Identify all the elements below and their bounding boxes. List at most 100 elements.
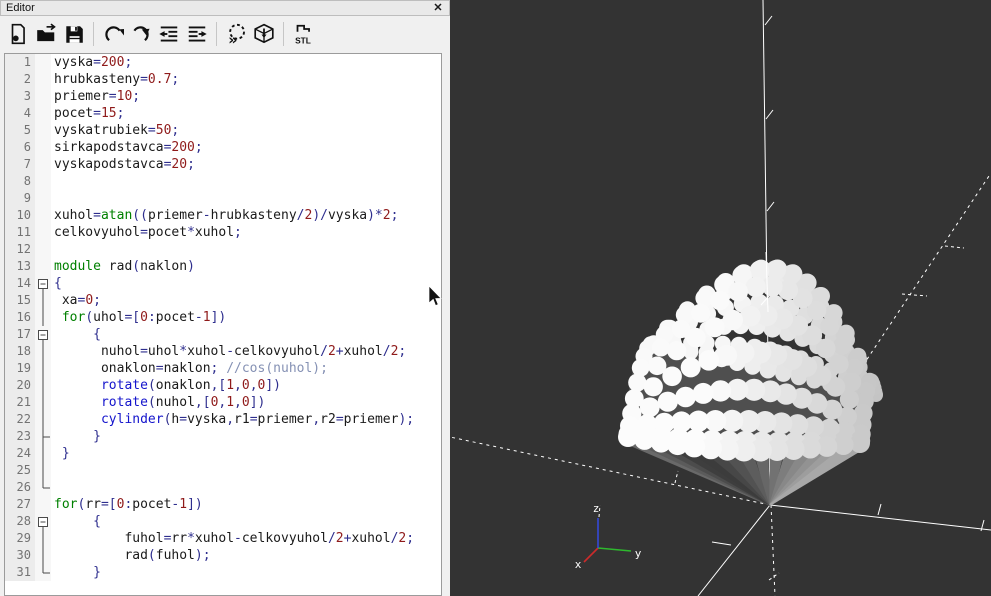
close-icon[interactable]: ✕ (427, 1, 449, 15)
code-line[interactable]: 16 for(uhol=[0:pocet-1]) (5, 309, 441, 326)
fold-marker (35, 343, 51, 360)
code-line[interactable]: 26 (5, 479, 441, 496)
export-stl-icon: STL (292, 23, 314, 45)
line-number: 29 (5, 530, 35, 547)
fold-marker (35, 377, 51, 394)
code-line[interactable]: 21 rotate(nuhol,[0,1,0]) (5, 394, 441, 411)
fold-margin (35, 224, 51, 241)
code-line[interactable]: 31 } (5, 564, 441, 581)
unindent-icon (158, 23, 180, 45)
code-line[interactable]: 4pocet=15; (5, 105, 441, 122)
code-text (51, 462, 54, 479)
code-line[interactable]: 2hrubkasteny=0.7; (5, 71, 441, 88)
code-line[interactable]: 20 rotate(onaklon,[1,0,0]) (5, 377, 441, 394)
line-number: 10 (5, 207, 35, 224)
code-text: cylinder(h=vyska,r1=priemer,r2=priemer); (51, 411, 414, 428)
code-line[interactable]: 22 cylinder(h=vyska,r1=priemer,r2=prieme… (5, 411, 441, 428)
code-line[interactable]: 27for(rr=[0:pocet-1]) (5, 496, 441, 513)
code-line[interactable]: 18 nuhol=uhol*xuhol-celkovyuhol/2+xuhol/… (5, 343, 441, 360)
toolbar-separator (93, 22, 94, 46)
toolbar-separator (283, 22, 284, 46)
indent-icon (186, 23, 208, 45)
code-line[interactable]: 19 onaklon=naklon; //cos(nuhol); (5, 360, 441, 377)
code-editor[interactable]: 1vyska=200;2hrubkasteny=0.7;3priemer=10;… (4, 53, 442, 596)
code-line[interactable]: 7vyskapodstavca=20; (5, 156, 441, 173)
toolbar-new-file-button[interactable] (4, 20, 32, 48)
cylinder-cap (705, 317, 725, 337)
code-line[interactable]: 3priemer=10; (5, 88, 441, 105)
cylinder-cap (658, 392, 678, 412)
toolbar-render-button[interactable] (250, 20, 278, 48)
code-line[interactable]: 25 (5, 462, 441, 479)
fold-marker[interactable] (35, 513, 51, 530)
editor-titlebar[interactable]: Editor ✕ (0, 0, 450, 16)
toolbar-preview-button[interactable]: » (222, 20, 250, 48)
cylinder-cap (618, 427, 638, 447)
line-number: 8 (5, 173, 35, 190)
cylinder-cap (830, 355, 849, 374)
cylinder-cap (723, 310, 743, 330)
code-line[interactable]: 13 module rad(naklon) (5, 258, 441, 275)
fold-margin (35, 105, 51, 122)
fold-marker[interactable] (35, 326, 51, 343)
code-text: nuhol=uhol*xuhol-celkovyuhol/2+xuhol/2; (51, 343, 406, 360)
undo-icon (102, 23, 124, 45)
code-text: { (51, 513, 101, 530)
code-text: rotate(nuhol,[0,1,0]) (51, 394, 265, 411)
code-text: vyskatrubiek=50; (51, 122, 179, 139)
fold-marker[interactable] (35, 275, 51, 292)
line-number: 6 (5, 139, 35, 156)
toolbar-indent-button[interactable] (183, 20, 211, 48)
toolbar-redo-button[interactable] (127, 20, 155, 48)
code-line[interactable]: 29 fuhol=rr*xuhol-celkovyuhol/2+xuhol/2; (5, 530, 441, 547)
line-number: 31 (5, 564, 35, 581)
openscad-window: Editor ✕ » STL 1vyska=200;2hrubkasteny=0.… (0, 0, 991, 596)
fold-marker (35, 445, 51, 462)
code-line[interactable]: 15 xa=0; (5, 292, 441, 309)
cylinder-cap (628, 374, 646, 392)
panel-title: Editor (1, 2, 427, 14)
code-text: module rad(naklon) (51, 258, 195, 275)
line-number: 23 (5, 428, 35, 445)
fold-marker (35, 411, 51, 428)
code-line[interactable]: 12 (5, 241, 441, 258)
code-line[interactable]: 1vyska=200; (5, 54, 441, 71)
code-line[interactable]: 23 } (5, 428, 441, 445)
toolbar-save-button[interactable] (60, 20, 88, 48)
code-line[interactable]: 24 } (5, 445, 441, 462)
cylinder-cap (693, 383, 714, 404)
toolbar-unindent-button[interactable] (155, 20, 183, 48)
code-line[interactable]: 8 (5, 173, 441, 190)
3d-viewport[interactable]: xyz (450, 0, 991, 596)
cylinder-cap (710, 291, 729, 310)
code-line[interactable]: 10 xuhol=atan((priemer-hrubkasteny/2)/vys… (5, 207, 441, 224)
toolbar-export-stl-button[interactable]: STL (289, 20, 317, 48)
code-line[interactable]: 6sirkapodstavca=200; (5, 139, 441, 156)
toolbar-open-file-button[interactable] (32, 20, 60, 48)
fold-margin (35, 88, 51, 105)
code-line[interactable]: 14{ (5, 275, 441, 292)
code-line[interactable]: 30 rad(fuhol); (5, 547, 441, 564)
svg-text:»: » (228, 32, 237, 45)
fold-marker (35, 564, 51, 581)
line-number: 17 (5, 326, 35, 343)
code-text: { (51, 275, 62, 292)
code-line[interactable]: 5vyskatrubiek=50; (5, 122, 441, 139)
line-number: 24 (5, 445, 35, 462)
line-number: 13 (5, 258, 35, 275)
code-line[interactable]: 11celkovyuhol=pocet*xuhol; (5, 224, 441, 241)
cylinder-cap (681, 357, 701, 377)
code-line[interactable]: 17 { (5, 326, 441, 343)
code-line[interactable]: 9 (5, 190, 441, 207)
code-text: xuhol=atan((priemer-hrubkasteny/2)/vyska… (51, 207, 398, 224)
line-number: 7 (5, 156, 35, 173)
code-text (51, 241, 54, 258)
toolbar-undo-button[interactable] (99, 20, 127, 48)
cylinder-cap (652, 339, 670, 357)
code-line[interactable]: 28 { (5, 513, 441, 530)
code-text: priemer=10; (51, 88, 140, 105)
toolbar-separator (216, 22, 217, 46)
line-number: 4 (5, 105, 35, 122)
triad-x-label: x (575, 558, 582, 571)
fold-margin (35, 190, 51, 207)
